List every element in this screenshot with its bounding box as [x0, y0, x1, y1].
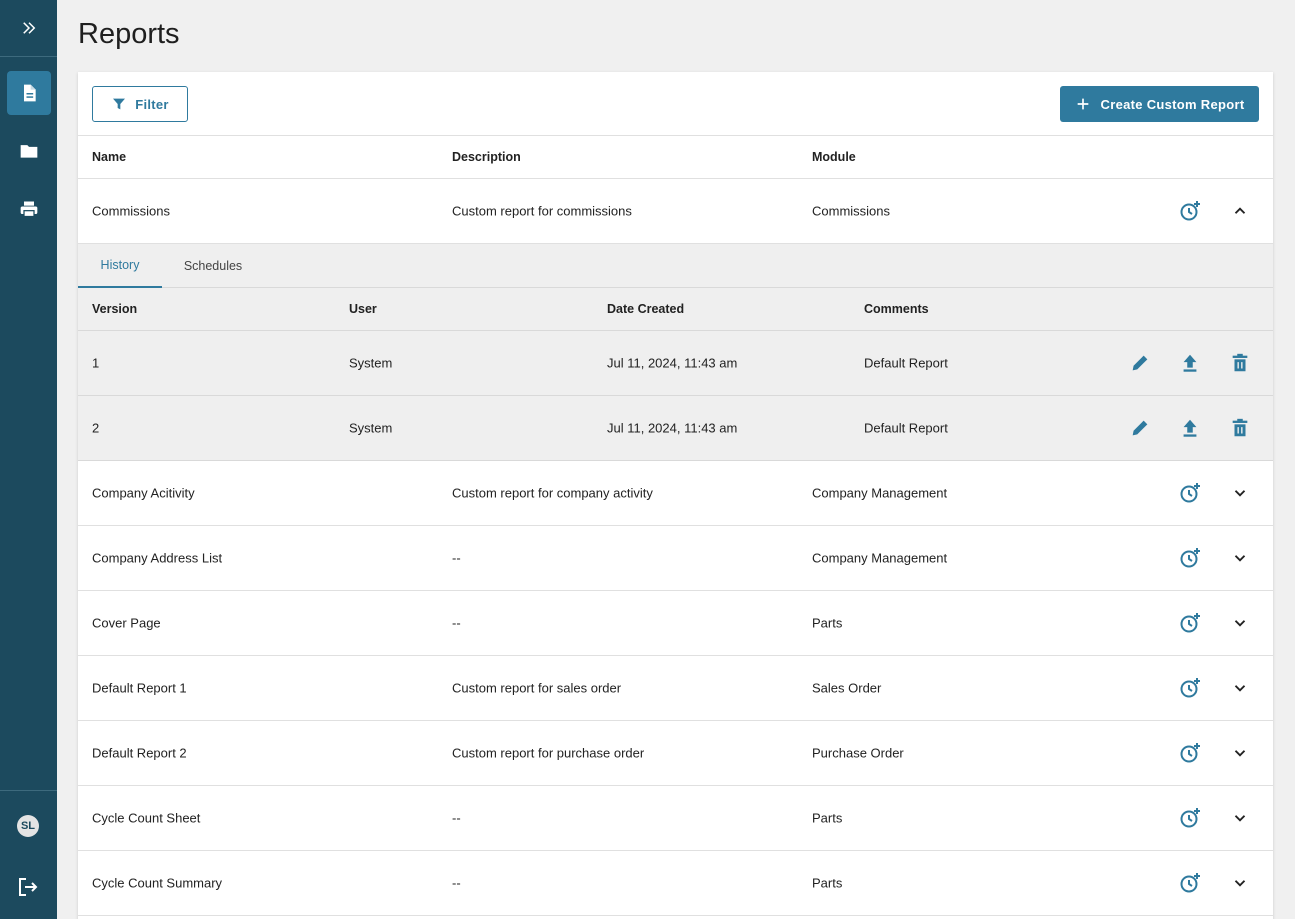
table-row[interactable]: Commissions Custom report for commission… — [78, 179, 1273, 244]
report-name: Default Report 2 — [92, 745, 187, 761]
expanded-panel: History Schedules Version User Date Crea… — [78, 244, 1273, 461]
header-date-created: Date Created — [607, 302, 685, 316]
chevron-down-icon[interactable] — [1231, 744, 1249, 762]
version-value: 1 — [92, 355, 100, 371]
chevron-up-icon[interactable] — [1231, 202, 1249, 220]
chevron-down-icon[interactable] — [1231, 614, 1249, 632]
version-value: 2 — [92, 420, 100, 436]
chevron-down-icon[interactable] — [1231, 484, 1249, 502]
chevron-down-icon[interactable] — [1231, 679, 1249, 697]
filter-icon — [113, 98, 126, 110]
create-label: Create Custom Report — [1100, 96, 1245, 112]
report-description: Custom report for company activity — [452, 485, 653, 501]
user-value: System — [349, 355, 393, 371]
edit-icon[interactable] — [1129, 352, 1151, 374]
chevron-down-icon[interactable] — [1231, 809, 1249, 827]
trash-icon[interactable] — [1229, 417, 1251, 439]
sidebar-footer: SL — [0, 790, 57, 919]
logout-icon[interactable] — [16, 875, 40, 899]
history-row: 2 System Jul 11, 2024, 11:43 am Default … — [78, 396, 1273, 461]
filter-button[interactable]: Filter — [92, 86, 188, 122]
report-module: Purchase Order — [812, 745, 904, 761]
report-description: -- — [452, 615, 461, 631]
sidebar-nav — [0, 57, 57, 231]
tab-schedules[interactable]: Schedules — [169, 244, 257, 288]
report-name: Company Address List — [92, 550, 223, 566]
schedule-add-icon[interactable] — [1178, 611, 1202, 635]
schedule-add-icon[interactable] — [1178, 741, 1202, 765]
report-description: -- — [452, 810, 461, 826]
user-value: System — [349, 420, 393, 436]
create-custom-report-button[interactable]: Create Custom Report — [1060, 86, 1259, 122]
sidebar-item-print[interactable] — [7, 187, 51, 231]
schedule-add-icon[interactable] — [1178, 199, 1202, 223]
header-description: Description — [452, 150, 521, 164]
header-name: Name — [92, 150, 127, 164]
report-module: Company Management — [812, 550, 948, 566]
comments-value: Default Report — [864, 355, 948, 371]
comments-value: Default Report — [864, 420, 948, 436]
table-row[interactable]: Cycle Count Sheet -- Parts — [78, 786, 1273, 851]
report-name: Company Acitivity — [92, 485, 195, 501]
schedule-add-icon[interactable] — [1178, 546, 1202, 570]
trash-icon[interactable] — [1229, 352, 1251, 374]
table-row[interactable]: Cycle Count Summary -- Parts — [78, 851, 1273, 916]
table-row[interactable]: Company Address List -- Company Manageme… — [78, 526, 1273, 591]
sidebar-header — [0, 0, 57, 57]
report-name: Cover Page — [92, 615, 161, 631]
report-name: Default Report 1 — [92, 680, 187, 696]
history-row: 1 System Jul 11, 2024, 11:43 am Default … — [78, 331, 1273, 396]
edit-icon[interactable] — [1129, 417, 1151, 439]
schedule-add-icon[interactable] — [1178, 806, 1202, 830]
schedule-add-icon[interactable] — [1178, 676, 1202, 700]
chevron-down-icon[interactable] — [1231, 874, 1249, 892]
report-description: -- — [452, 875, 461, 891]
folder-icon — [20, 145, 37, 158]
report-description: Custom report for sales order — [452, 680, 622, 696]
date-value: Jul 11, 2024, 11:43 am — [607, 420, 738, 436]
report-module: Commissions — [812, 203, 891, 219]
sidebar-item-files[interactable] — [7, 129, 51, 173]
toolbar: Filter Create Custom Report — [78, 72, 1273, 136]
table-header: Name Description Module — [78, 136, 1273, 179]
tab-bar: History Schedules — [78, 244, 1273, 288]
upload-icon[interactable] — [1179, 417, 1201, 439]
report-module: Company Management — [812, 485, 948, 501]
header-module: Module — [812, 150, 856, 164]
report-module: Parts — [812, 615, 843, 631]
expand-sidebar-icon[interactable] — [20, 19, 38, 37]
report-name: Commissions — [92, 203, 171, 219]
header-user: User — [349, 302, 377, 316]
table-row[interactable]: Default Report 2 Custom report for purch… — [78, 721, 1273, 786]
reports-card: Filter Create Custom Report Name Descrip… — [78, 72, 1273, 919]
report-description: Custom report for commissions — [452, 203, 632, 219]
report-description: -- — [452, 550, 461, 566]
report-module: Parts — [812, 875, 843, 891]
tab-history[interactable]: History — [78, 244, 162, 288]
avatar[interactable]: SL — [17, 815, 39, 837]
chevron-down-icon[interactable] — [1231, 549, 1249, 567]
upload-icon[interactable] — [1179, 352, 1201, 374]
filter-label: Filter — [135, 96, 169, 112]
report-name: Cycle Count Summary — [92, 875, 223, 891]
report-module: Sales Order — [812, 680, 882, 696]
report-module: Parts — [812, 810, 843, 826]
date-value: Jul 11, 2024, 11:43 am — [607, 355, 738, 371]
report-description: Custom report for purchase order — [452, 745, 645, 761]
table-row[interactable]: Cover Page -- Parts — [78, 591, 1273, 656]
sidebar-item-reports[interactable] — [6, 71, 51, 115]
page-title: Reports — [78, 18, 180, 50]
schedule-add-icon[interactable] — [1178, 871, 1202, 895]
history-header: Version User Date Created Comments — [78, 288, 1273, 331]
schedule-add-icon[interactable] — [1178, 481, 1202, 505]
plus-icon — [1077, 98, 1088, 110]
table-row[interactable]: Company Acitivity Custom report for comp… — [78, 461, 1273, 526]
document-icon — [23, 84, 36, 102]
sidebar: SL — [0, 0, 57, 919]
printer-icon — [20, 201, 37, 218]
report-name: Cycle Count Sheet — [92, 810, 201, 826]
header-comments: Comments — [864, 302, 929, 316]
table-row[interactable]: Default Report 1 Custom report for sales… — [78, 656, 1273, 721]
header-version: Version — [92, 302, 138, 316]
